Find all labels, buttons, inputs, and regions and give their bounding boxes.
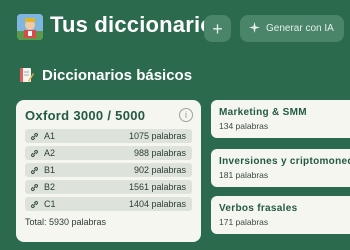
info-icon[interactable]: i bbox=[179, 108, 193, 122]
sparkle-icon bbox=[249, 21, 260, 36]
user-avatar-icon bbox=[17, 14, 43, 40]
dictionary-card-count: 134 palabras bbox=[219, 121, 269, 131]
level-row-b2[interactable]: B2 1561 palabras bbox=[25, 180, 192, 194]
dictionary-card-title: Marketing & SMM bbox=[219, 107, 307, 118]
level-count: 988 palabras bbox=[133, 148, 186, 158]
link-icon bbox=[30, 166, 39, 174]
dictionary-card-title: Verbos frasales bbox=[219, 203, 298, 214]
level-label: C1 bbox=[44, 199, 56, 209]
plus-icon: + bbox=[212, 18, 223, 39]
page-title: Tus diccionarios bbox=[50, 12, 227, 37]
add-dictionary-button[interactable]: + bbox=[204, 15, 231, 42]
level-count: 1075 palabras bbox=[128, 131, 186, 141]
dictionary-card-title: Inversiones y criptomonedas bbox=[219, 156, 350, 167]
total-word-count: Total: 5930 palabras bbox=[25, 217, 107, 227]
link-icon bbox=[30, 132, 39, 140]
level-label: A2 bbox=[44, 148, 56, 158]
level-row-a2[interactable]: A2 988 palabras bbox=[25, 146, 192, 160]
notebook-pencil-icon bbox=[20, 67, 34, 83]
dictionary-card-phrasal-verbs[interactable]: Verbos frasales 171 palabras bbox=[211, 196, 350, 234]
level-row-c1[interactable]: C1 1404 palabras bbox=[25, 197, 192, 211]
dictionary-card-count: 181 palabras bbox=[219, 170, 269, 180]
link-icon bbox=[30, 149, 39, 157]
dictionary-card-investments[interactable]: Inversiones y criptomonedas 181 palabras bbox=[211, 149, 350, 187]
dictionary-card-oxford[interactable]: Oxford 3000 / 5000 i A1 1075 palabras A2… bbox=[16, 100, 201, 242]
dictionary-card-marketing[interactable]: Marketing & SMM 134 palabras bbox=[211, 100, 350, 138]
level-row-a1[interactable]: A1 1075 palabras bbox=[25, 129, 192, 143]
level-count: 902 palabras bbox=[133, 165, 186, 175]
level-count: 1561 palabras bbox=[128, 182, 186, 192]
level-row-b1[interactable]: B1 902 palabras bbox=[25, 163, 192, 177]
link-icon bbox=[30, 200, 39, 208]
generate-with-ai-button[interactable]: Generar con IA bbox=[240, 15, 344, 42]
dictionary-card-title: Oxford 3000 / 5000 bbox=[25, 108, 146, 123]
dictionary-card-count: 171 palabras bbox=[219, 217, 269, 227]
level-label: A1 bbox=[44, 131, 56, 141]
level-list: A1 1075 palabras A2 988 palabras B1 902 … bbox=[25, 129, 192, 211]
link-icon bbox=[30, 183, 39, 191]
level-count: 1404 palabras bbox=[128, 199, 186, 209]
level-label: B2 bbox=[44, 182, 56, 192]
level-label: B1 bbox=[44, 165, 56, 175]
section-title: Diccionarios básicos bbox=[42, 67, 193, 84]
generate-with-ai-label: Generar con IA bbox=[266, 23, 334, 34]
